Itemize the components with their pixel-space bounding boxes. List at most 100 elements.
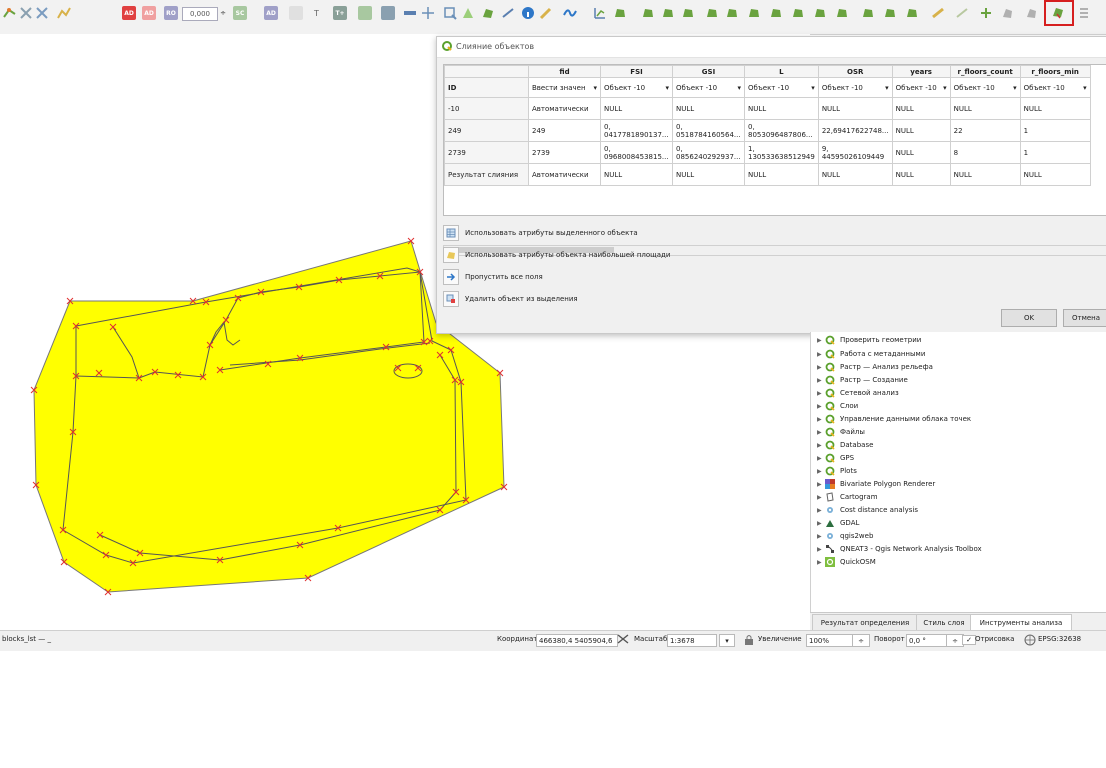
label-sc-button[interactable]: SC	[233, 6, 247, 20]
column-header-osr[interactable]: OSR	[817, 65, 893, 78]
polygon-tool-2-icon[interactable]	[640, 5, 656, 21]
label-undo-button[interactable]	[381, 6, 395, 20]
tree-item[interactable]: ▶ Работа с метаданными	[817, 348, 925, 360]
node-tool-icon[interactable]	[2, 5, 18, 21]
tree-item[interactable]: ▶ QNEAT3 - Qgis Network Analysis Toolbox	[817, 543, 982, 555]
more-tools-icon[interactable]	[1076, 5, 1092, 21]
text-plus-button[interactable]: T+	[333, 6, 347, 20]
column-header-years[interactable]: years	[891, 65, 951, 78]
table-cell[interactable]: 1, 130533638512949	[744, 141, 819, 164]
tree-item[interactable]: ▶ Управление данными облака точек	[817, 413, 971, 425]
skip-all-fields-button[interactable]: Пропустить все поля	[443, 268, 543, 286]
polygon-tool-15-icon[interactable]	[930, 5, 946, 21]
table-cell[interactable]: NULL	[672, 97, 745, 120]
ok-button[interactable]: OK	[1001, 309, 1057, 327]
tree-item[interactable]: ▶ Проверить геометрии	[817, 334, 921, 346]
tree-item[interactable]: ▶ Растр — Анализ рельефа	[817, 361, 933, 373]
label-move-button[interactable]	[358, 6, 372, 20]
polygon-tool-11-icon[interactable]	[834, 5, 850, 21]
table-cell[interactable]: Автоматически	[528, 97, 601, 120]
chevron-right-icon[interactable]: ▶	[817, 377, 825, 384]
combo-osr[interactable]: Объект -10 ▾	[817, 77, 893, 98]
tree-item[interactable]: ▶ QuickOSM	[817, 556, 876, 568]
row-header[interactable]: -10	[444, 97, 529, 120]
table-cell[interactable]: NULL	[744, 163, 819, 186]
polygon-tool-7-icon[interactable]	[746, 5, 762, 21]
info-icon[interactable]	[520, 5, 536, 21]
table-cell[interactable]: 0, 0518784160564...	[672, 119, 745, 142]
label-ad-button[interactable]: AD	[122, 6, 136, 20]
tab-layer-styling[interactable]: Стиль слоя	[916, 614, 972, 631]
use-selected-attributes-button[interactable]: Использовать атрибуты выделенного объект…	[443, 224, 638, 242]
coordinates-field[interactable]: 466380,4 5405904,6	[536, 634, 618, 647]
chevron-right-icon[interactable]: ▶	[817, 481, 825, 488]
scale-field[interactable]: 1:3678	[667, 634, 717, 647]
table-cell[interactable]: 22,69417622748...	[817, 119, 893, 142]
chevron-right-icon[interactable]: ▶	[817, 390, 825, 397]
row-header[interactable]: 2739	[444, 141, 529, 164]
select-icon[interactable]	[442, 5, 458, 21]
combo-fid[interactable]: Ввести значен ▾	[528, 77, 601, 98]
table-cell[interactable]: NULL	[817, 97, 893, 120]
tree-item[interactable]: ▶ Файлы	[817, 426, 865, 438]
label-pin-button[interactable]: AD	[142, 6, 156, 20]
table-cell[interactable]: NULL	[672, 163, 745, 186]
table-cell[interactable]: NULL	[744, 97, 819, 120]
text-tool-button[interactable]: T	[314, 4, 319, 22]
angle-stepper[interactable]: ÷	[218, 7, 228, 19]
polygon-tool-1-icon[interactable]	[612, 5, 628, 21]
line-tool-icon[interactable]	[500, 5, 516, 21]
chevron-right-icon[interactable]: ▶	[817, 455, 825, 462]
chevron-right-icon[interactable]: ▶	[817, 507, 825, 514]
polygon-tool-8-icon[interactable]	[768, 5, 784, 21]
label-blank-button[interactable]	[289, 6, 303, 20]
table-cell[interactable]: 1	[1019, 119, 1091, 142]
chevron-right-icon[interactable]: ▶	[817, 442, 825, 449]
table-cell[interactable]: Автоматически	[528, 163, 601, 186]
split-icon[interactable]	[34, 5, 50, 21]
table-row[interactable]: 2739 2739 0, 0968008453815... 0, 0856240…	[444, 141, 1091, 164]
magnifier-field[interactable]: 100%	[806, 634, 858, 647]
table-cell[interactable]: NULL	[817, 163, 893, 186]
table-cell[interactable]: 9, 44595026109449	[817, 141, 893, 164]
polygon-tool-12-icon[interactable]	[860, 5, 876, 21]
tree-item[interactable]: ▶ GDAL	[817, 517, 859, 529]
tree-item[interactable]: ▶ Bivariate Polygon Renderer	[817, 478, 935, 490]
measure-icon[interactable]	[402, 5, 418, 21]
tab-processing-toolbox[interactable]: Инструменты анализа	[970, 614, 1072, 631]
label-adj-button[interactable]: AD	[264, 6, 278, 20]
combo-r-floors-min[interactable]: Объект -10 ▾	[1019, 77, 1091, 98]
table-cell[interactable]: 0, 0856240292937...	[672, 141, 745, 164]
cancel-button[interactable]: Отмена	[1063, 309, 1106, 327]
select-location-icon[interactable]	[460, 5, 476, 21]
chevron-right-icon[interactable]: ▶	[817, 546, 825, 553]
table-cell[interactable]: 0, 0968008453815...	[600, 141, 673, 164]
table-cell[interactable]: NULL	[1019, 163, 1091, 186]
table-cell[interactable]: NULL	[891, 141, 951, 164]
polygon-tool-9-icon[interactable]	[790, 5, 806, 21]
delete-vertex-icon[interactable]	[18, 5, 34, 21]
polygon-tool-3-icon[interactable]	[660, 5, 676, 21]
polygon-tool-4-icon[interactable]	[680, 5, 696, 21]
curve-icon[interactable]	[562, 5, 578, 21]
table-cell[interactable]: NULL	[891, 97, 951, 120]
split-parts-icon[interactable]	[978, 5, 994, 21]
polygon-tool-14-icon[interactable]	[904, 5, 920, 21]
chevron-right-icon[interactable]: ▶	[817, 337, 825, 344]
globe-icon[interactable]	[1024, 634, 1036, 646]
rotate-feature-icon[interactable]	[1024, 5, 1040, 21]
row-header-result[interactable]: Результат слияния	[444, 163, 529, 186]
table-cell[interactable]: NULL	[1019, 97, 1091, 120]
column-header-fid[interactable]: fid	[528, 65, 601, 78]
table-row[interactable]: -10 Автоматически NULL NULL NULL NULL NU…	[444, 97, 1091, 120]
table-cell[interactable]: NULL	[891, 163, 951, 186]
table-cell[interactable]: 0, 0417781890137...	[600, 119, 673, 142]
tree-item[interactable]: ▶ Database	[817, 439, 873, 451]
tree-item[interactable]: ▶ GPS	[817, 452, 854, 464]
combo-l[interactable]: Объект -10 ▾	[744, 77, 819, 98]
remove-from-selection-button[interactable]: Удалить объект из выделения	[443, 290, 578, 308]
table-cell[interactable]: NULL	[600, 163, 673, 186]
table-cell[interactable]: 249	[528, 119, 601, 142]
combo-fsi[interactable]: Объект -10 ▾	[600, 77, 673, 98]
tree-item[interactable]: ▶ Растр — Создание	[817, 374, 908, 386]
